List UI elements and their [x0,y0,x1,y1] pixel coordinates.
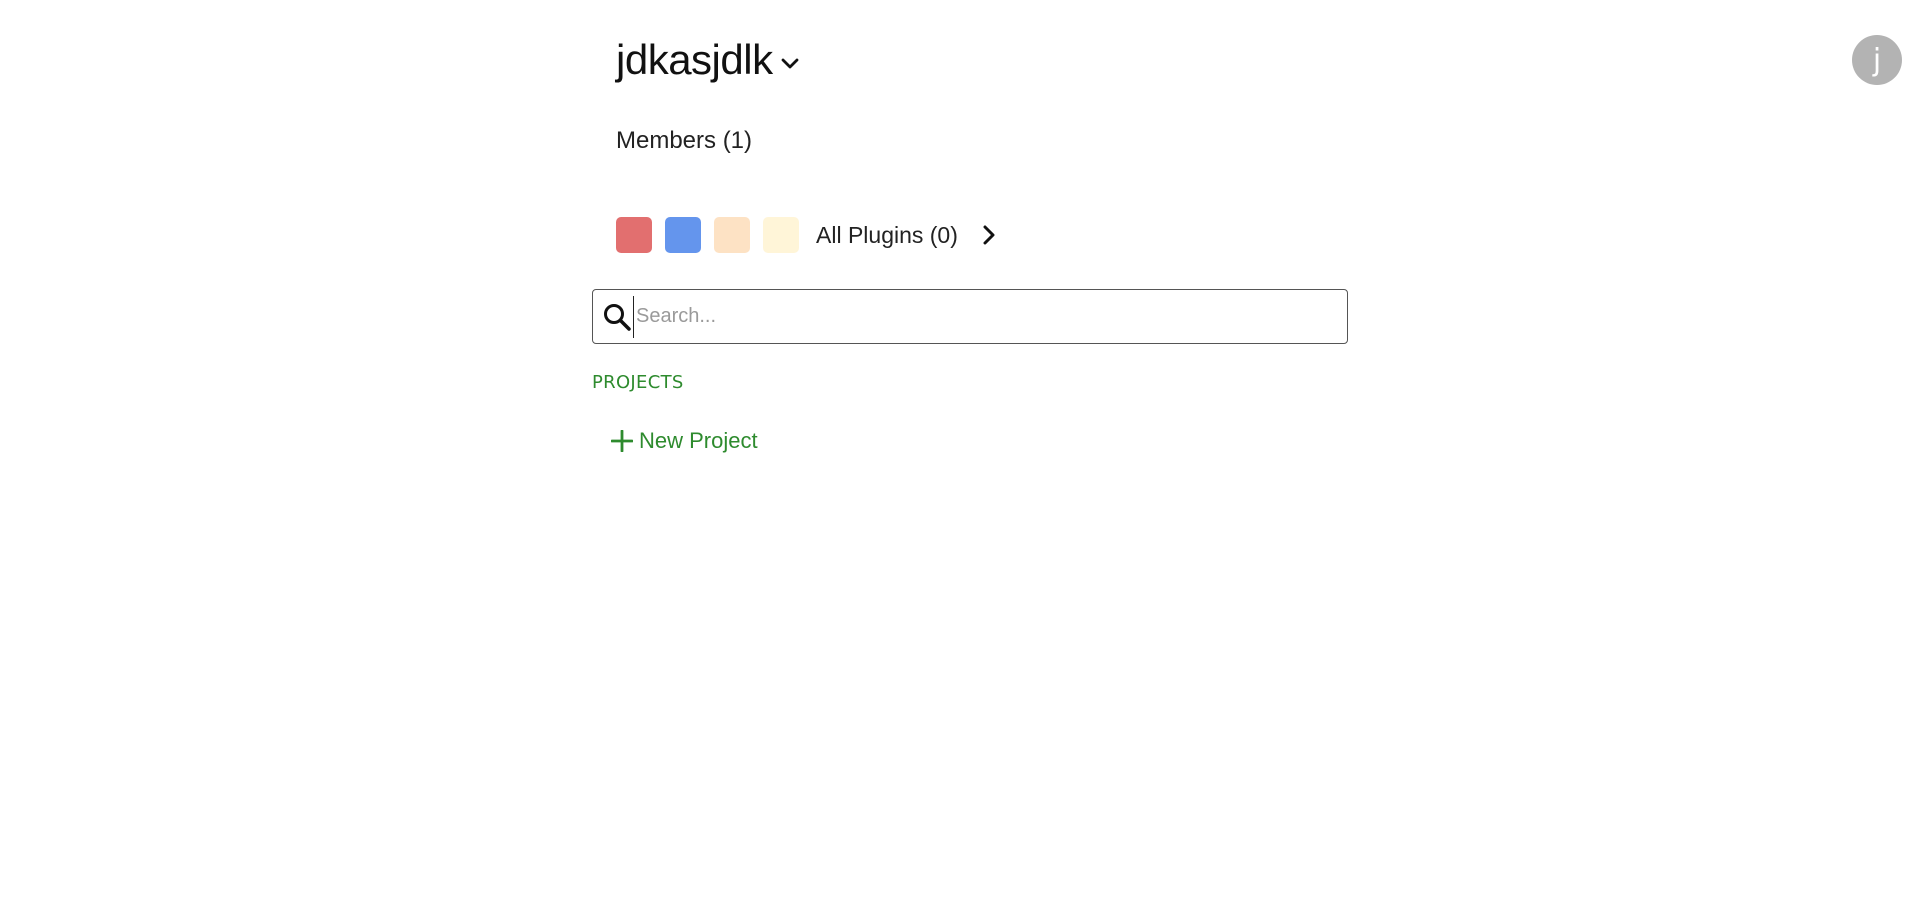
new-project-label: New Project [639,428,758,453]
workspace-switcher[interactable]: jdkasjdlk [616,36,801,84]
workspace-name: jdkasjdlk [616,36,773,83]
new-project-button[interactable]: New Project [610,428,758,454]
avatar-initial: j [1872,42,1882,78]
search-input[interactable] [633,295,1347,338]
plugin-swatch[interactable] [763,217,799,253]
plugin-swatch[interactable] [616,217,652,253]
search-icon [601,301,633,333]
plus-icon [610,429,634,453]
plugin-swatch[interactable] [714,217,750,253]
projects-section-label: PROJECTS [592,372,684,393]
members-link[interactable]: Members (1) [616,126,752,156]
avatar[interactable]: j [1852,35,1902,85]
page: jdkasjdlk Members (1) All Plugins (0) Se… [0,0,1925,899]
chevron-right-icon[interactable] [980,224,998,246]
chevron-down-icon [779,53,801,75]
all-plugins-link[interactable]: All Plugins (0) [816,222,958,249]
plugin-swatch[interactable] [665,217,701,253]
plugins-row: All Plugins (0) [616,216,998,254]
search-box [592,289,1348,344]
